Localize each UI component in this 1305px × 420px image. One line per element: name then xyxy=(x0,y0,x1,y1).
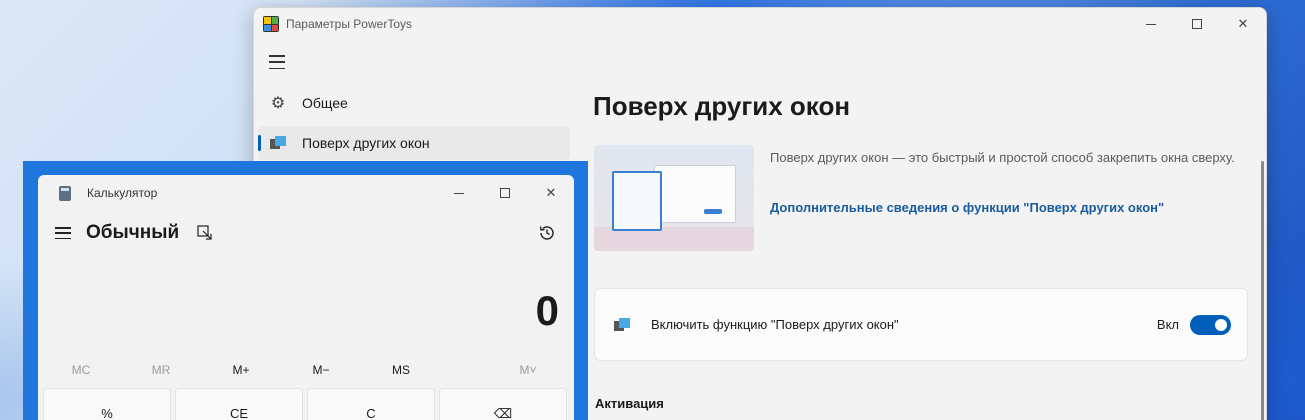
calculator-minimize-button[interactable] xyxy=(436,175,482,211)
calculator-menu-icon[interactable] xyxy=(55,227,71,239)
calculator-app-icon xyxy=(59,185,71,201)
memory-buttons-row: MC MR M+ M− MS M˅ xyxy=(38,363,574,381)
always-on-top-icon xyxy=(269,134,287,152)
feature-preview-image xyxy=(594,145,754,251)
backspace-key[interactable]: ⌫ xyxy=(439,388,567,420)
calculator-title: Калькулятор xyxy=(87,186,158,200)
close-button[interactable]: ✕ xyxy=(1220,8,1266,40)
minimize-icon xyxy=(1146,23,1156,25)
powertoys-app-icon xyxy=(263,16,279,32)
calculator-mode-title: Обычный xyxy=(86,222,180,243)
window-controls: ✕ xyxy=(1128,8,1266,40)
calculator-close-button[interactable]: ✕ xyxy=(528,175,574,211)
sidebar-item-label: Общее xyxy=(302,95,348,111)
nav-menu-toggle-icon[interactable] xyxy=(269,55,285,69)
page-title: Поверх других окон xyxy=(593,91,851,121)
keep-on-top-icon[interactable] xyxy=(197,225,213,241)
clear-entry-key[interactable]: CE xyxy=(175,388,303,420)
close-icon: ✕ xyxy=(1237,16,1249,31)
sidebar-item-general[interactable]: ⚙ Общее xyxy=(258,86,570,120)
toggle-knob xyxy=(1215,318,1227,331)
minimize-button[interactable] xyxy=(1128,8,1174,40)
memory-recall-button[interactable]: MR xyxy=(131,363,191,377)
gear-icon: ⚙ xyxy=(270,95,286,112)
memory-store-button[interactable]: MS xyxy=(371,363,431,377)
memory-subtract-button[interactable]: M− xyxy=(291,363,351,377)
minimize-icon xyxy=(454,192,464,194)
maximize-button[interactable] xyxy=(1174,8,1220,40)
history-icon[interactable] xyxy=(538,224,556,242)
clear-key[interactable]: C xyxy=(307,388,435,420)
sidebar-item-always-on-top[interactable]: Поверх других окон xyxy=(258,126,570,160)
enable-feature-toggle[interactable] xyxy=(1190,314,1231,335)
powertoys-titlebar[interactable]: Параметры PowerToys ✕ xyxy=(254,8,1266,40)
scrollbar[interactable] xyxy=(1261,161,1264,420)
sidebar-item-label: Поверх других окон xyxy=(302,135,430,151)
calculator-window-controls: ✕ xyxy=(436,175,574,211)
window-title: Параметры PowerToys xyxy=(286,17,412,31)
close-icon: ✕ xyxy=(545,185,557,200)
enable-feature-label: Включить функцию "Поверх других окон" xyxy=(651,317,899,332)
calculator-titlebar[interactable]: Калькулятор ✕ xyxy=(38,175,574,211)
percent-key[interactable]: % xyxy=(43,388,171,420)
maximize-icon xyxy=(1192,19,1202,29)
maximize-icon xyxy=(500,188,510,198)
calculator-display: 0 xyxy=(535,287,559,334)
memory-list-button[interactable]: M˅ xyxy=(498,363,558,377)
always-on-top-icon xyxy=(614,317,630,332)
toggle-state-label: Вкл xyxy=(1156,317,1179,332)
memory-clear-button[interactable]: MC xyxy=(51,363,111,377)
memory-add-button[interactable]: M+ xyxy=(211,363,271,377)
selection-indicator xyxy=(258,135,261,151)
feature-description: Поверх других окон — это быстрый и прост… xyxy=(770,150,1235,165)
calculator-maximize-button[interactable] xyxy=(482,175,528,211)
learn-more-link[interactable]: Дополнительные сведения о функции "Повер… xyxy=(770,200,1164,215)
calculator-window: Калькулятор ✕ Обычный 0 MC MR M+ M− MS M… xyxy=(38,175,574,420)
section-header-activation: Активация xyxy=(595,396,664,411)
enable-feature-card: Включить функцию "Поверх других окон" Вк… xyxy=(594,288,1248,361)
